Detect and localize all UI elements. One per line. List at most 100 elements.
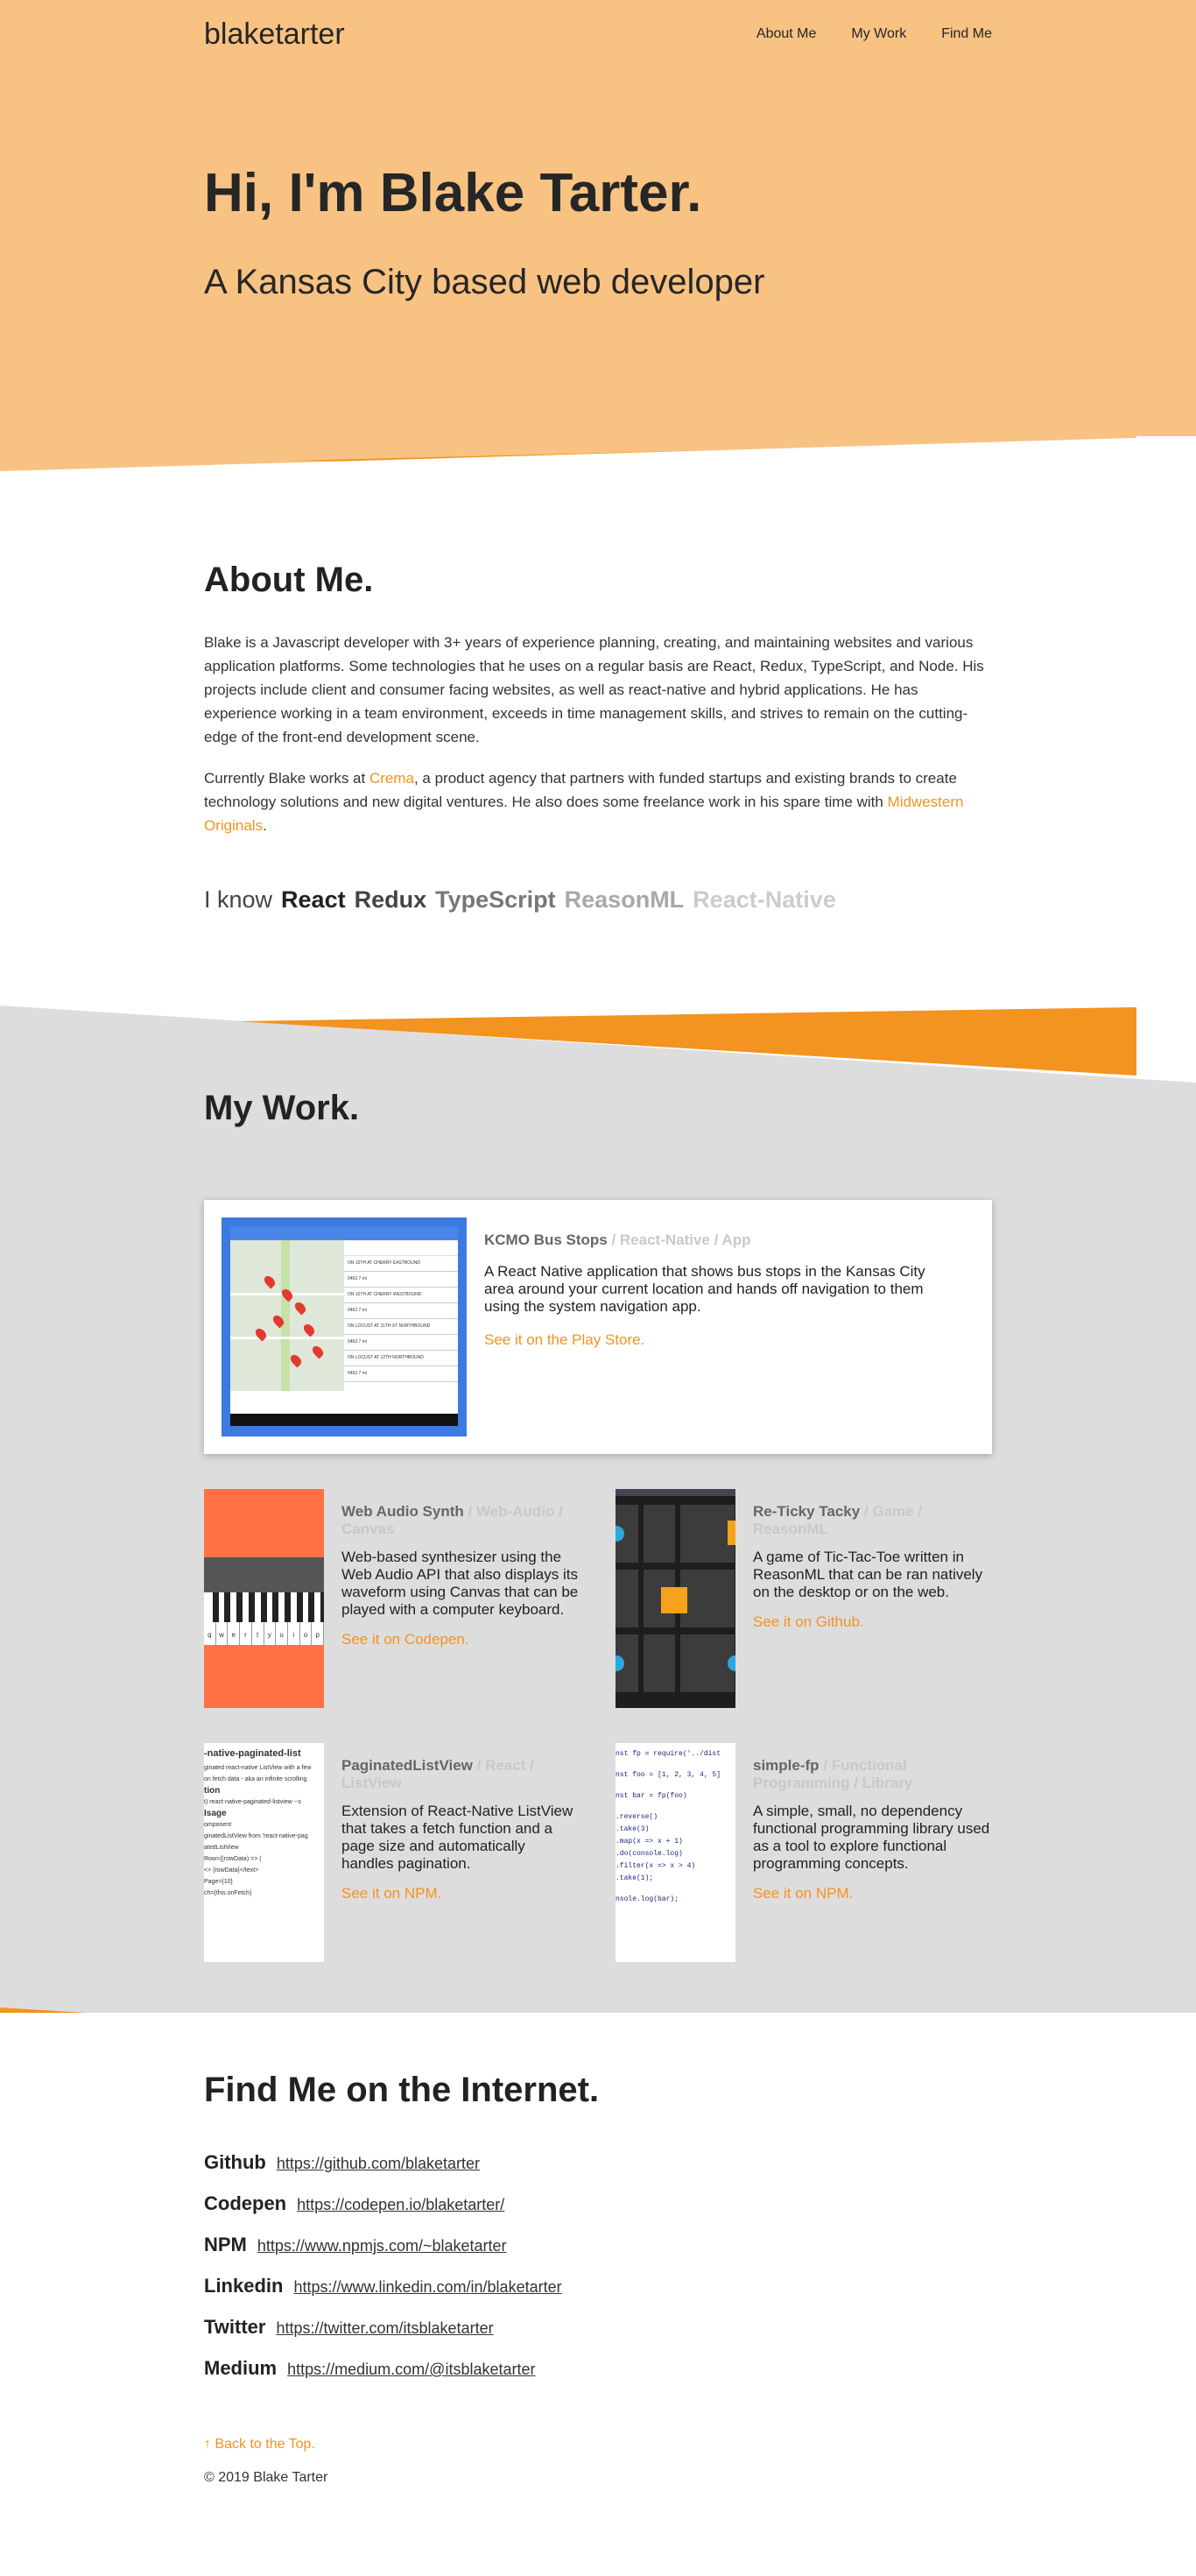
- social-name: Github: [204, 2151, 266, 2173]
- piano-black-key: [296, 1592, 303, 1622]
- synth-panel: [204, 1557, 324, 1592]
- social-name: Codepen: [204, 2192, 287, 2214]
- paginated-list-view-thumbnail: -native-paginated-list ginated react-nati…: [204, 1743, 324, 1962]
- npm-url[interactable]: https://www.npmjs.com/~blaketarter: [257, 2237, 507, 2255]
- phone-map-screen: [230, 1226, 344, 1426]
- map-park: [281, 1240, 290, 1391]
- list-row: 0462.7 mi: [344, 1335, 458, 1351]
- nav-link-work[interactable]: My Work: [851, 26, 906, 42]
- code-line: nst fp = require('../dist: [616, 1750, 721, 1758]
- doc-line: Page={10}: [204, 1879, 233, 1885]
- hero-angle-divider: [0, 436, 1196, 471]
- project-title: Re-Ticky Tacky / Game / ReasonML: [753, 1503, 992, 1538]
- social-links: Github https://github.com/blaketarter Cod…: [204, 2151, 562, 2398]
- nav-link-find[interactable]: Find Me: [941, 26, 992, 42]
- piano-black-key: [308, 1592, 315, 1622]
- code-line: .take(3): [616, 1825, 650, 1833]
- project-name: PaginatedListView: [341, 1757, 473, 1774]
- about-paragraph-1: Blake is a Javascript developer with 3+ …: [204, 634, 984, 745]
- social-link-medium: Medium https://medium.com/@itsblaketarter: [204, 2357, 562, 2398]
- map-road: [230, 1337, 344, 1339]
- about-paragraph-2: Currently Blake works at Crema, a produc…: [204, 766, 992, 837]
- copyright: © 2019 Blake Tarter: [204, 2470, 328, 2485]
- about-section: About Me. Blake is a Javascript develope…: [0, 471, 1196, 1006]
- doc-line: ginated react-native ListView with a few: [204, 1765, 312, 1771]
- skills-label: I know: [204, 886, 273, 913]
- social-link-codepen: Codepen https://codepen.io/blaketarter/: [204, 2192, 562, 2234]
- project-title: KCMO Bus Stops / React-Native / App: [484, 1232, 957, 1249]
- list-row: ON LOCUST AT 11TH ST NORTHBOUND: [344, 1319, 458, 1335]
- doc-line: ginatedListView from 'react-native-pag: [204, 1833, 308, 1839]
- project-description: A React Native application that shows bu…: [484, 1263, 925, 1315]
- code-line: .take(1);: [616, 1874, 654, 1882]
- social-link-linkedin: Linkedin https://www.linkedin.com/in/blak…: [204, 2275, 562, 2316]
- npm-link[interactable]: See it on NPM.: [341, 1885, 580, 1902]
- map-pin: [288, 1352, 304, 1368]
- simple-fp-thumbnail: nst fp = require('../dist nst foo = [1, 2…: [616, 1743, 735, 1962]
- code-line: .map(x => x + 1): [616, 1838, 683, 1846]
- list-header: [344, 1240, 458, 1256]
- map-pin: [292, 1300, 308, 1316]
- piano-black-key: [236, 1592, 243, 1622]
- skills-line: I know React Redux TypeScript ReasonML R…: [204, 886, 836, 914]
- skill-reasonml: ReasonML: [564, 886, 685, 913]
- project-description: Web-based synthesizer using the Web Audi…: [341, 1549, 579, 1618]
- project-title: simple-fp / Functional Programming / Lib…: [753, 1757, 992, 1792]
- project-description: Extension of React-Native ListView that …: [341, 1803, 573, 1872]
- map-pin: [262, 1274, 278, 1289]
- nav-link-about[interactable]: About Me: [756, 26, 816, 42]
- code-line: nsole.log(bar);: [616, 1895, 679, 1903]
- board-cell: [680, 1634, 735, 1692]
- project-info: PaginatedListView / React / ListView Ext…: [341, 1757, 580, 1902]
- linkedin-url[interactable]: https://www.linkedin.com/in/blaketarter: [293, 2278, 561, 2297]
- github-link[interactable]: See it on Github.: [753, 1613, 992, 1631]
- piano-black-key: [248, 1592, 255, 1622]
- find-heading: Find Me on the Internet.: [204, 2071, 600, 2109]
- kcmo-bus-stops-screenshot: ON 10TH AT CHERRY EASTBOUND 0462.7 mi ON…: [222, 1217, 467, 1436]
- map-view: [230, 1240, 344, 1391]
- code-line: nst bar = fp(foo): [616, 1792, 687, 1800]
- project-info: simple-fp / Functional Programming / Lib…: [753, 1757, 992, 1902]
- top-nav: blaketarter About Me My Work Find Me: [204, 0, 992, 68]
- list-row: 0462.7 mi: [344, 1272, 458, 1288]
- re-ticky-tacky-thumbnail: [616, 1489, 735, 1708]
- social-name: NPM: [204, 2234, 247, 2255]
- app-bar: [344, 1226, 458, 1240]
- featured-project-card: ON 10TH AT CHERRY EASTBOUND 0462.7 mi ON…: [204, 1200, 992, 1454]
- board-cell: [616, 1570, 638, 1627]
- crema-link[interactable]: Crema: [369, 770, 414, 787]
- project-card-web-audio-synth: qwertyuiop Web Audio Synth / Web-Audio /…: [204, 1489, 580, 1708]
- doc-line: omponent: [204, 1822, 232, 1828]
- map-pin: [301, 1322, 317, 1337]
- github-url[interactable]: https://github.com/blaketarter: [277, 2155, 480, 2173]
- x-marker: [728, 1521, 735, 1545]
- doc-line: on fetch data - aka an infinite scrollin…: [204, 1776, 307, 1782]
- piano-key: q: [204, 1592, 219, 1645]
- twitter-url[interactable]: https://twitter.com/itsblaketarter: [276, 2319, 493, 2338]
- list-row: ON 10TH AT CHERRY WESTBOUND: [344, 1288, 458, 1303]
- social-link-npm: NPM https://www.npmjs.com/~blaketarter: [204, 2234, 562, 2275]
- project-card-paginated-list-view: -native-paginated-list ginated react-nati…: [204, 1743, 580, 1962]
- x-marker: [661, 1587, 687, 1613]
- project-description: A simple, small, no dependency functiona…: [753, 1803, 990, 1872]
- doc-line: t) react-native-paginated-listview --s: [204, 1799, 301, 1805]
- map-pin: [310, 1344, 326, 1359]
- phone-list-screen: ON 10TH AT CHERRY EASTBOUND 0462.7 mi ON…: [344, 1226, 458, 1426]
- play-store-link[interactable]: See it on the Play Store.: [484, 1331, 957, 1349]
- back-to-top-link[interactable]: ↑ Back to the Top.: [204, 2437, 315, 2452]
- piano-black-key: [224, 1592, 231, 1622]
- npm-link[interactable]: See it on NPM.: [753, 1885, 992, 1902]
- board-cell: [644, 1505, 675, 1563]
- doc-line: <> {rowData}</text>: [204, 1867, 259, 1874]
- doc-line: tion: [204, 1786, 221, 1796]
- doc-line: -native-paginated-list: [204, 1748, 301, 1759]
- codepen-url[interactable]: https://codepen.io/blaketarter/: [297, 2196, 504, 2214]
- piano-black-key: [212, 1592, 219, 1622]
- medium-url[interactable]: https://medium.com/@itsblaketarter: [287, 2361, 535, 2379]
- list-row: ON 10TH AT CHERRY EASTBOUND: [344, 1256, 458, 1272]
- about-p2-end: .: [263, 817, 267, 834]
- site-logo[interactable]: blaketarter: [204, 18, 345, 52]
- project-card-simple-fp: nst fp = require('../dist nst foo = [1, 2…: [616, 1743, 992, 1962]
- codepen-link[interactable]: See it on Codepen.: [341, 1631, 580, 1648]
- board-cell: [680, 1505, 735, 1563]
